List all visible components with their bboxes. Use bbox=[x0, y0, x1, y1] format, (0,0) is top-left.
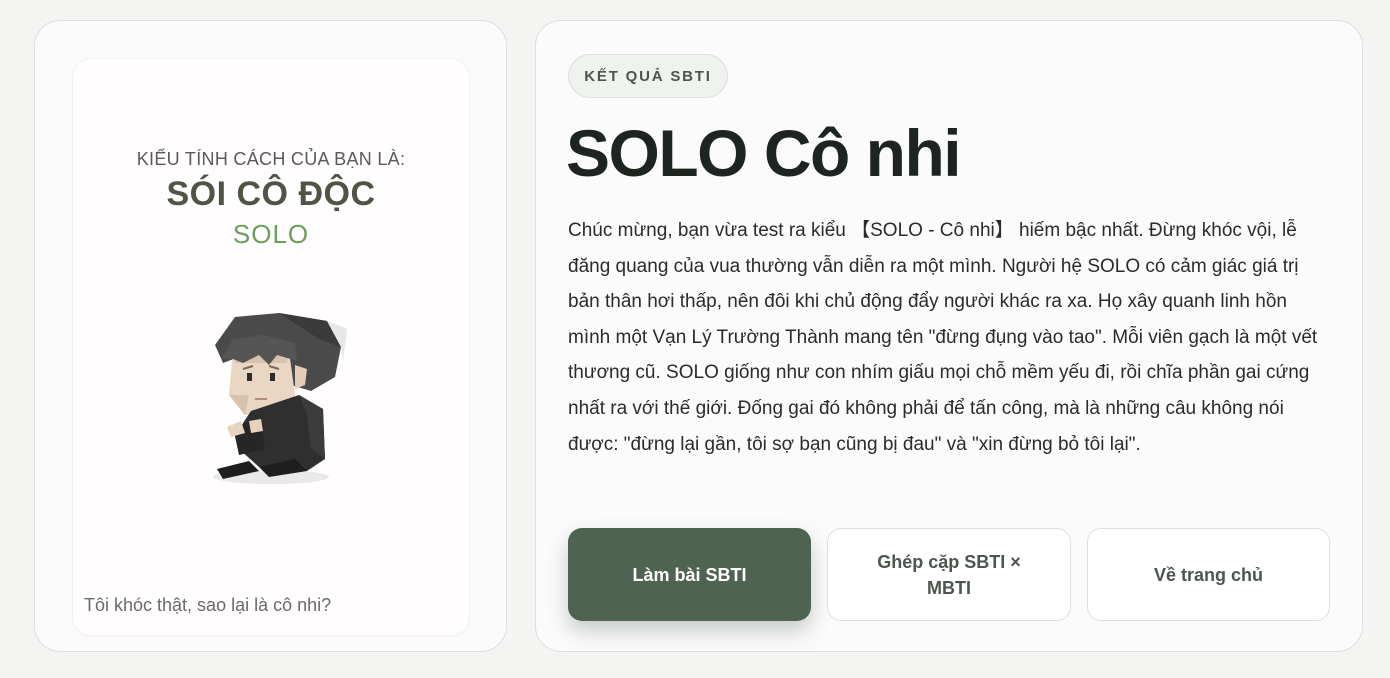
home-label: Về trang chủ bbox=[1153, 564, 1264, 585]
poster-kicker: KIỂU TÍNH CÁCH CỦA BẠN LÀ: bbox=[136, 149, 406, 169]
personality-type-code: SOLO bbox=[232, 219, 310, 249]
poster-card: KIỂU TÍNH CÁCH CỦA BẠN LÀ: SÓI CÔ ĐỘC SO… bbox=[34, 20, 507, 652]
result-poster: KIỂU TÍNH CÁCH CỦA BẠN LÀ: SÓI CÔ ĐỘC SO… bbox=[73, 59, 469, 635]
result-page: KIỂU TÍNH CÁCH CỦA BẠN LÀ: SÓI CÔ ĐỘC SO… bbox=[0, 0, 1390, 678]
result-description: Chúc mừng, bạn vừa test ra kiểu 【SOLO - … bbox=[568, 220, 1318, 455]
pair-sbti-mbti-label: Ghép cặp SBTI × MBTI bbox=[877, 551, 1021, 598]
poster-caption: Tôi khóc thật, sao lại là cô nhi? bbox=[84, 595, 332, 615]
result-title: SOLO Cô nhi bbox=[566, 116, 962, 190]
personality-type-name: SÓI CÔ ĐỘC bbox=[166, 175, 376, 213]
sad-sitting-figure-icon bbox=[213, 313, 347, 484]
take-test-label: Làm bài SBTI bbox=[632, 564, 747, 585]
take-test-button[interactable]: Làm bài SBTI bbox=[568, 528, 811, 621]
result-panel: KẾT QUẢ SBTI SOLO Cô nhi Chúc mừng, bạn … bbox=[535, 20, 1363, 652]
result-badge: KẾT QUẢ SBTI bbox=[568, 54, 728, 98]
pair-sbti-mbti-button[interactable]: Ghép cặp SBTI × MBTI bbox=[827, 528, 1071, 621]
home-button[interactable]: Về trang chủ bbox=[1087, 528, 1330, 621]
